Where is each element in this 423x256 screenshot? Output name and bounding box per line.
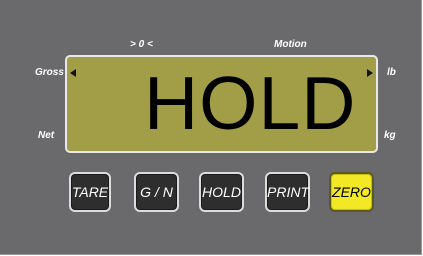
gross-indicator-label: Gross (35, 67, 64, 78)
weight-display: HOLD (65, 55, 378, 153)
gross-net-button[interactable]: G / N (134, 172, 179, 212)
kg-unit-label: kg (384, 130, 396, 141)
display-readout: HOLD (144, 61, 357, 145)
hold-button[interactable]: HOLD (199, 172, 244, 212)
print-button[interactable]: PRINT (265, 172, 310, 212)
center-of-zero-indicator-label: > 0 < (130, 39, 153, 50)
tare-button[interactable]: TARE (69, 172, 111, 212)
lb-unit-label: lb (387, 67, 396, 78)
scale-front-panel: > 0 < Motion Gross Net lb kg HOLD TARE G… (0, 0, 422, 255)
net-indicator-label: Net (38, 130, 55, 141)
motion-indicator-label: Motion (274, 39, 307, 50)
lb-arrow-icon (367, 69, 373, 77)
zero-button[interactable]: ZERO (329, 172, 374, 212)
gross-arrow-icon (70, 69, 76, 77)
